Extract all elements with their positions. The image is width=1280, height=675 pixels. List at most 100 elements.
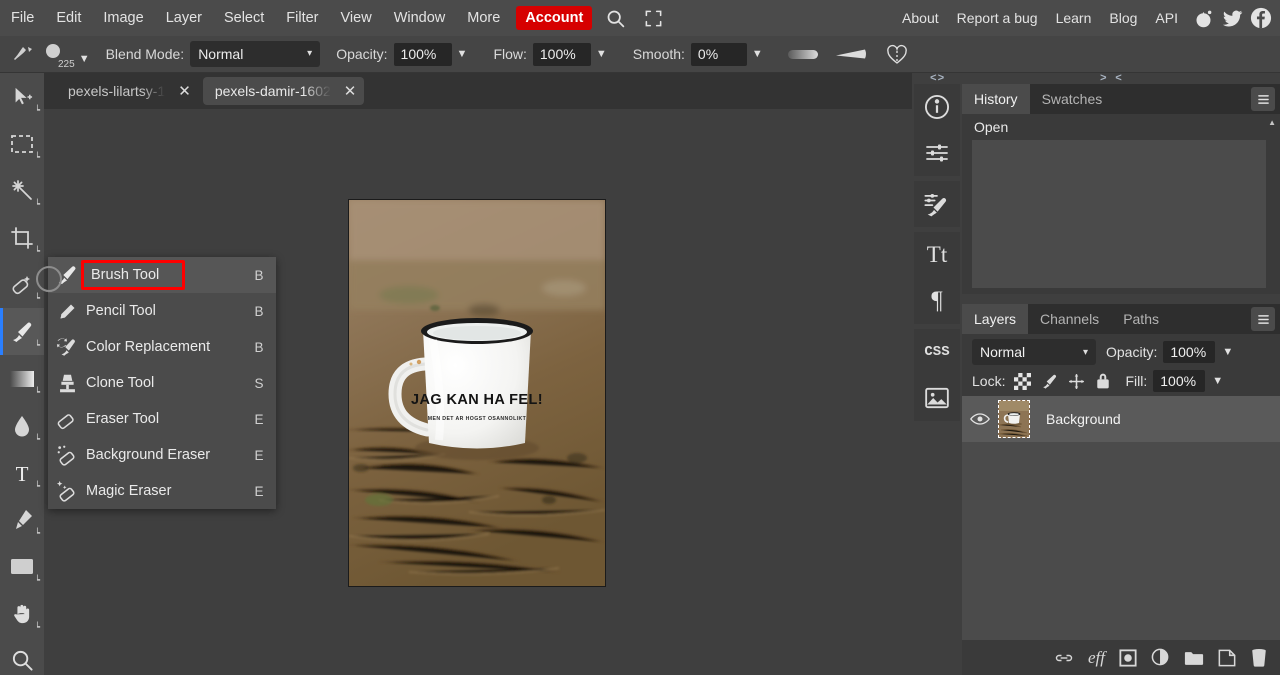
- smooth-dropdown-icon[interactable]: ▼: [752, 48, 763, 60]
- facebook-icon[interactable]: [1248, 5, 1274, 31]
- pen-tool[interactable]: ┕: [0, 496, 44, 543]
- lock-position-icon[interactable]: [1068, 373, 1085, 390]
- flow-dropdown-icon[interactable]: ▼: [596, 48, 607, 60]
- hand-tool[interactable]: ┕: [0, 590, 44, 637]
- tab-history[interactable]: History: [962, 84, 1030, 114]
- move-tool[interactable]: ┕: [0, 73, 44, 120]
- gradient-tool[interactable]: ┕: [0, 355, 44, 402]
- new-group-button[interactable]: [1184, 650, 1204, 666]
- lock-transparent-icon[interactable]: [1014, 372, 1032, 390]
- layer-fill-input[interactable]: 100%: [1153, 370, 1206, 392]
- flyout-background-eraser[interactable]: Background Eraser E: [48, 437, 276, 473]
- reddit-icon[interactable]: [1190, 5, 1216, 31]
- layer-opacity-input[interactable]: 100%: [1163, 341, 1216, 363]
- layers-footer-toolbar: eff: [962, 640, 1280, 675]
- add-mask-button[interactable]: [1119, 648, 1137, 667]
- layer-row-background[interactable]: Background: [962, 396, 1280, 442]
- adjustment-layer-button[interactable]: [1151, 648, 1170, 667]
- menu-more[interactable]: More: [456, 5, 511, 31]
- search-icon[interactable]: [600, 3, 630, 33]
- paragraph-panel-icon[interactable]: ¶: [914, 278, 960, 324]
- brush-size-dropdown-icon[interactable]: ▼: [79, 53, 90, 65]
- menu-about[interactable]: About: [893, 5, 948, 31]
- layer-visibility-icon[interactable]: [970, 412, 990, 426]
- layer-lock-label: Lock:: [972, 373, 1006, 389]
- pressure-size-icon[interactable]: [835, 47, 867, 61]
- flyout-pencil-tool[interactable]: Pencil Tool B: [48, 293, 276, 329]
- layer-effects-button[interactable]: eff: [1088, 648, 1105, 668]
- tab-layers[interactable]: Layers: [962, 304, 1029, 334]
- zoom-tool[interactable]: [0, 637, 44, 675]
- lock-paint-icon[interactable]: [1041, 373, 1058, 390]
- layers-panel-menu-button[interactable]: [1251, 307, 1275, 331]
- magic-wand-tool[interactable]: ┕: [0, 167, 44, 214]
- flyout-clone-tool[interactable]: Clone Tool S: [48, 365, 276, 401]
- menu-api[interactable]: API: [1146, 5, 1187, 31]
- opacity-input[interactable]: 100%: [393, 42, 452, 66]
- menu-bar-right: About Report a bug Learn Blog API: [893, 0, 1274, 36]
- crop-tool[interactable]: ┕: [0, 214, 44, 261]
- shape-tool[interactable]: ┕: [0, 543, 44, 590]
- brush-preset-icon[interactable]: [12, 43, 38, 65]
- menu-image[interactable]: Image: [92, 5, 154, 31]
- close-icon[interactable]: ✕: [178, 84, 191, 99]
- new-layer-button[interactable]: [1218, 649, 1236, 667]
- tab-paths[interactable]: Paths: [1111, 304, 1171, 334]
- scroll-up-arrow-icon[interactable]: ▲: [1268, 118, 1276, 127]
- account-button[interactable]: Account: [516, 6, 593, 30]
- menu-file[interactable]: File: [0, 5, 45, 31]
- smooth-input[interactable]: 0%: [690, 42, 747, 66]
- info-panel-icon[interactable]: [914, 84, 960, 130]
- type-tool[interactable]: T ┕: [0, 449, 44, 496]
- character-panel-icon[interactable]: Tt: [914, 232, 960, 278]
- document-canvas[interactable]: JAG KAN HA FEL! MEN DET AR HOGST OSANNOL…: [348, 199, 606, 587]
- twitter-icon[interactable]: [1219, 5, 1245, 31]
- flyout-magic-eraser[interactable]: Magic Eraser E: [48, 473, 276, 509]
- layers-list: Background eff: [962, 396, 1280, 675]
- pressure-opacity-icon[interactable]: [787, 47, 819, 61]
- history-entry-open[interactable]: Open: [962, 116, 1280, 140]
- brush-size-control[interactable]: 225 ▼: [42, 43, 100, 70]
- menu-select[interactable]: Select: [213, 5, 275, 31]
- flyout-color-replacement[interactable]: Color Replacement B: [48, 329, 276, 365]
- tool-flyout-indicator: ┕: [34, 152, 40, 162]
- lock-all-icon[interactable]: [1095, 372, 1111, 390]
- menu-view[interactable]: View: [330, 5, 383, 31]
- blend-mode-select[interactable]: Normal ▾: [190, 41, 321, 67]
- history-panel-body[interactable]: [972, 140, 1266, 288]
- layer-opacity-dropdown-icon[interactable]: ▼: [1222, 346, 1233, 358]
- menu-layer[interactable]: Layer: [155, 5, 213, 31]
- tab-pexels-damir[interactable]: pexels-damir-1602 ✕: [202, 77, 365, 105]
- css-panel-icon[interactable]: CSS: [914, 329, 960, 375]
- opacity-dropdown-icon[interactable]: ▼: [457, 48, 468, 60]
- svg-text:JAG KAN HA FEL!: JAG KAN HA FEL!: [411, 392, 543, 408]
- flow-input[interactable]: 100%: [532, 42, 591, 66]
- tab-channels[interactable]: Channels: [1028, 304, 1111, 334]
- tab-pexels-lilartsy[interactable]: pexels-lilartsy-1 ✕: [56, 77, 199, 105]
- tab-swatches[interactable]: Swatches: [1030, 84, 1115, 114]
- layer-thumbnail[interactable]: [998, 400, 1030, 438]
- fullscreen-icon[interactable]: [638, 3, 668, 33]
- brush-settings-panel-icon[interactable]: [914, 181, 960, 227]
- blur-tool[interactable]: ┕: [0, 402, 44, 449]
- link-layers-button[interactable]: [1054, 651, 1074, 665]
- delete-layer-button[interactable]: [1250, 648, 1268, 667]
- layer-fill-dropdown-icon[interactable]: ▼: [1212, 375, 1223, 387]
- marquee-tool[interactable]: ┕: [0, 120, 44, 167]
- menu-blog[interactable]: Blog: [1100, 5, 1146, 31]
- symmetry-icon[interactable]: [885, 42, 909, 66]
- menu-report-a-bug[interactable]: Report a bug: [948, 5, 1047, 31]
- brush-tool[interactable]: ┕: [0, 308, 44, 355]
- menu-window[interactable]: Window: [383, 5, 457, 31]
- menu-filter[interactable]: Filter: [275, 5, 329, 31]
- flyout-brush-tool[interactable]: Brush Tool B Brush Tool: [48, 257, 276, 293]
- layer-blend-mode-select[interactable]: Normal ▾: [972, 339, 1096, 365]
- flyout-background-eraser-label: Background Eraser: [86, 447, 211, 463]
- flyout-eraser-tool[interactable]: Eraser Tool E: [48, 401, 276, 437]
- menu-learn[interactable]: Learn: [1047, 5, 1101, 31]
- history-panel-menu-button[interactable]: [1251, 87, 1275, 111]
- image-panel-icon[interactable]: [914, 375, 960, 421]
- adjustments-panel-icon[interactable]: [914, 130, 960, 176]
- menu-edit[interactable]: Edit: [45, 5, 92, 31]
- close-icon[interactable]: ✕: [344, 84, 357, 99]
